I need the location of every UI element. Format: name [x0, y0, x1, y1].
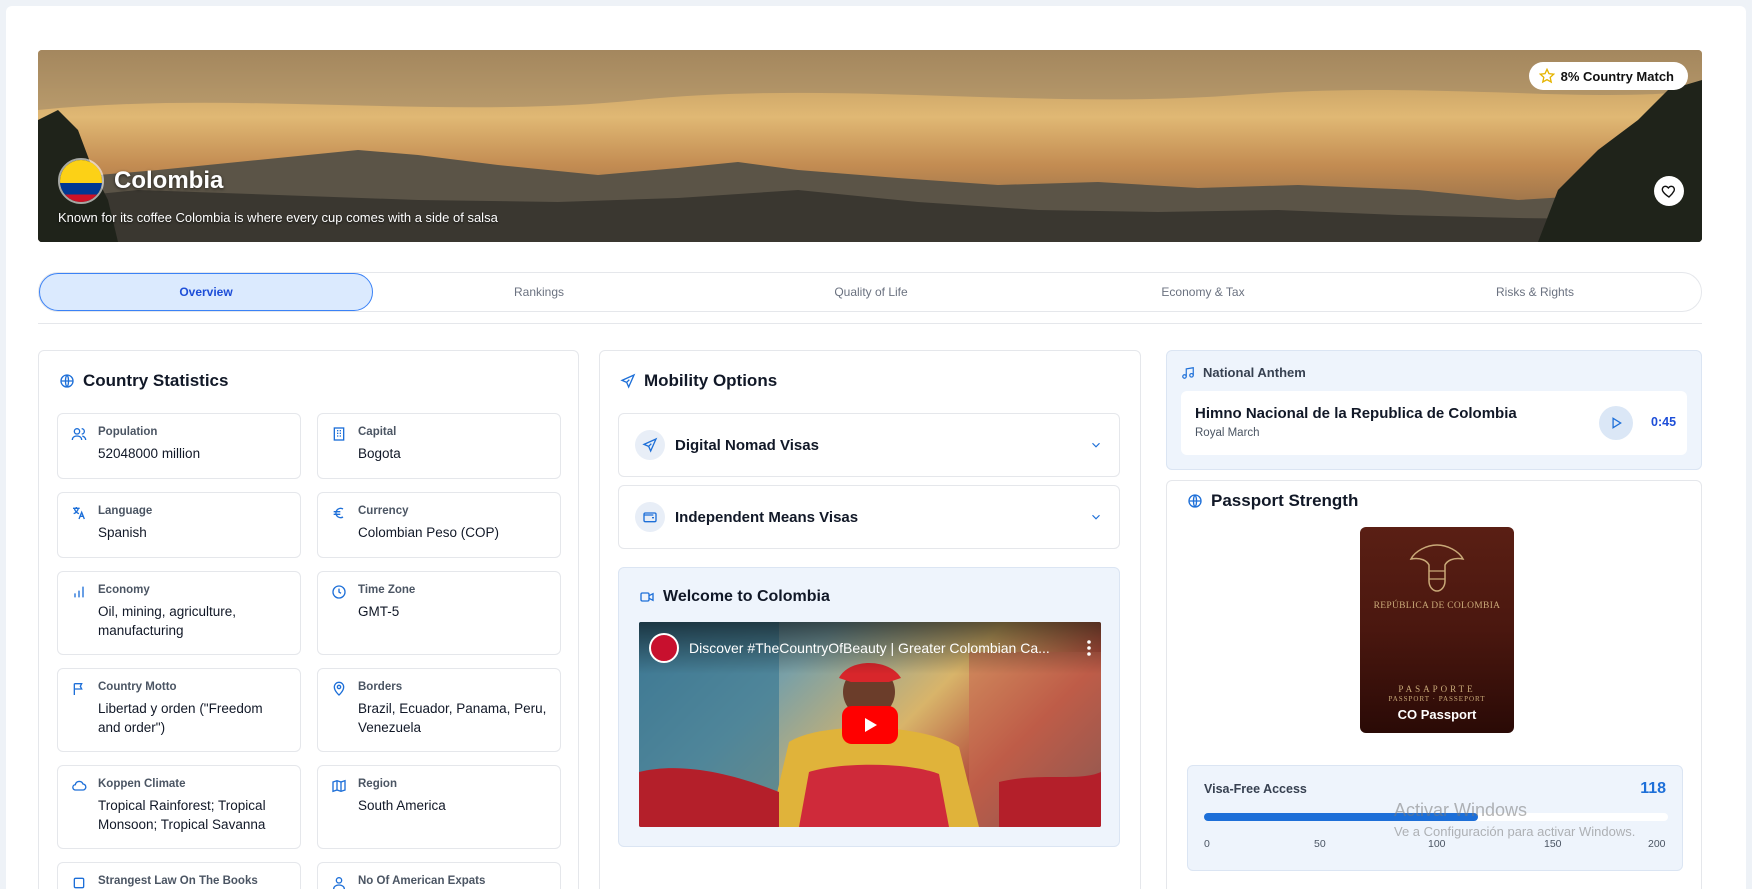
channel-logo-icon [649, 633, 679, 663]
match-label: 8% Country Match [1560, 68, 1674, 84]
anthem-song-title: Himno Nacional de la Republica de Colomb… [1195, 405, 1517, 422]
music-note-icon [1182, 366, 1194, 379]
mobility-options-panel: Mobility Options Digital Nomad Visas Ind… [599, 350, 1141, 889]
euro-icon [333, 507, 344, 519]
mobility-options-title: Mobility Options [620, 371, 777, 391]
stat-region: Region South America [317, 765, 561, 849]
national-anthem-header: National Anthem [1181, 365, 1306, 380]
building-icon [333, 427, 345, 441]
globe-icon [1188, 494, 1202, 508]
visa-free-label: Visa-Free Access [1204, 782, 1307, 796]
tab-rankings[interactable]: Rankings [373, 273, 705, 311]
stat-koppen-climate: Koppen Climate Tropical Rainforest; Trop… [57, 765, 301, 849]
play-icon [865, 718, 877, 732]
more-options-icon[interactable] [1087, 640, 1091, 656]
favorite-button[interactable] [1654, 176, 1684, 206]
stat-time-zone: Time Zone GMT-5 [317, 571, 561, 655]
country-statistics-panel: Country Statistics Population 52048000 m… [38, 350, 579, 889]
independent-means-visas-accordion[interactable]: Independent Means Visas [618, 485, 1120, 549]
digital-nomad-visas-accordion[interactable]: Digital Nomad Visas [618, 413, 1120, 477]
country-statistics-title: Country Statistics [59, 371, 228, 391]
map-pin-icon [333, 681, 345, 696]
video-top-bar: Discover #TheCountryOfBeauty | Greater C… [639, 622, 1101, 674]
chevron-down-icon [1092, 514, 1100, 520]
passport-strength-title: Passport Strength [1187, 491, 1358, 511]
video-camera-icon [640, 592, 654, 602]
heart-icon [1661, 185, 1675, 198]
passport-name: CO Passport [1397, 707, 1477, 722]
plane-icon [635, 430, 665, 460]
plane-icon [620, 373, 636, 389]
bar-chart-icon [74, 586, 84, 598]
hero-banner: Colombia Known for its coffee Colombia i… [38, 50, 1702, 242]
flag-icon [73, 683, 83, 695]
country-tagline: Known for its coffee Colombia is where e… [58, 210, 498, 225]
users-icon [71, 428, 87, 441]
visa-free-count: 118 [1640, 780, 1666, 797]
video-play-button[interactable] [842, 706, 898, 744]
windows-activation-watermark: Activar Windows [1394, 800, 1528, 820]
passport-subtitle-text: PASSPORT · PASSEPORT [1388, 695, 1486, 703]
tab-risks-rights[interactable]: Risks & Rights [1369, 273, 1701, 311]
wallet-icon [635, 502, 665, 532]
welcome-title: Welcome to Colombia [639, 588, 830, 606]
star-icon [1538, 68, 1555, 84]
national-anthem-box: National Anthem Himno Nacional de la Rep… [1166, 350, 1702, 470]
country-match-badge: 8% Country Match [1528, 62, 1688, 90]
stat-capital: Capital Bogota [317, 413, 561, 479]
stat-currency: Currency Colombian Peso (COP) [317, 492, 561, 558]
passport-republic-text: REPÚBLICA DE COLOMBIA [1373, 601, 1501, 611]
clock-icon [332, 585, 346, 599]
cloud-icon [72, 780, 87, 791]
stat-economy: Economy Oil, mining, agriculture, manufa… [57, 571, 301, 655]
video-title[interactable]: Discover #TheCountryOfBeauty | Greater C… [689, 640, 1077, 656]
anthem-duration: 0:45 [1651, 415, 1677, 429]
passport-pasaporte-text: PASAPORTE [1398, 684, 1476, 694]
play-icon [1612, 417, 1622, 429]
user-icon [333, 877, 345, 889]
anthem-subtitle: Royal March [1195, 427, 1260, 439]
anthem-player-card: Himno Nacional de la Republica de Colomb… [1181, 391, 1687, 455]
stat-country-motto: Country Motto Libertad y orden ("Freedom… [57, 668, 301, 752]
tick-label: 50 [1314, 838, 1326, 850]
stat-population: Population 52048000 million [57, 413, 301, 479]
stat-language: Language Spanish [57, 492, 301, 558]
translate-icon [73, 507, 85, 520]
section-divider [38, 323, 1702, 324]
hero-title-group: Colombia [58, 158, 223, 204]
tab-overview[interactable]: Overview [39, 273, 373, 311]
stat-borders: Borders Brazil, Ecuador, Panama, Peru, V… [317, 668, 561, 752]
square-icon [73, 877, 85, 889]
colombia-flag-icon [58, 158, 104, 204]
chevron-down-icon [1092, 442, 1100, 448]
tick-label: 200 [1648, 838, 1666, 850]
passport-cover-image: REPÚBLICA DE COLOMBIA PASAPORTE PASSPORT… [1360, 527, 1514, 733]
coat-of-arms-icon [1409, 544, 1465, 592]
tab-quality-of-life[interactable]: Quality of Life [705, 273, 1037, 311]
welcome-video-box: Welcome to Colombia Discover #TheCountry… [618, 567, 1120, 847]
youtube-video-player[interactable]: Discover #TheCountryOfBeauty | Greater C… [639, 622, 1101, 827]
country-name: Colombia [114, 167, 224, 194]
tick-label: 150 [1544, 838, 1562, 850]
anthem-play-button[interactable] [1599, 406, 1633, 440]
globe-icon [60, 374, 74, 388]
windows-activation-watermark-sub: Ve a Configuración para activar Windows. [1394, 824, 1636, 839]
tick-label: 100 [1428, 838, 1446, 850]
stat-strangest-law: Strangest Law On The Books [57, 862, 301, 889]
tab-bar: Overview Rankings Quality of Life Econom… [38, 272, 1702, 312]
tab-economy-tax[interactable]: Economy & Tax [1037, 273, 1369, 311]
map-icon [332, 779, 346, 793]
stat-american-expats: No Of American Expats [317, 862, 561, 889]
tick-label: 0 [1204, 838, 1210, 850]
